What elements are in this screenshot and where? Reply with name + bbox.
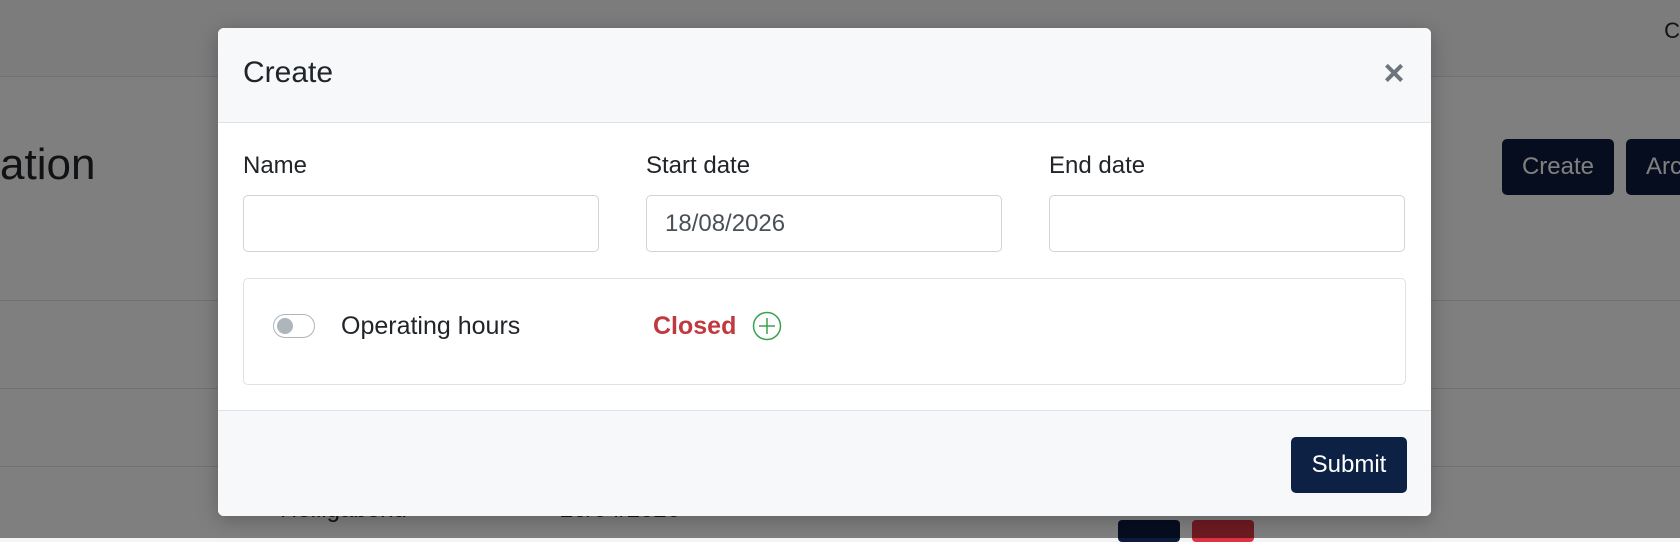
end-date-label: End date bbox=[1049, 152, 1146, 179]
operating-hours-label: Operating hours bbox=[341, 312, 521, 340]
create-modal: Create × Name Start date End date Operat… bbox=[218, 28, 1431, 516]
end-date-input[interactable] bbox=[1049, 195, 1405, 252]
modal-footer: Submit bbox=[218, 410, 1431, 516]
operating-hours-panel: Operating hours Closed bbox=[243, 278, 1406, 385]
add-hours-button[interactable] bbox=[752, 311, 782, 341]
submit-button[interactable]: Submit bbox=[1291, 437, 1407, 493]
closed-status: Closed bbox=[653, 312, 737, 340]
name-label: Name bbox=[243, 152, 308, 179]
plus-circle-icon bbox=[752, 311, 782, 341]
start-date-input[interactable] bbox=[646, 195, 1002, 252]
start-date-label: Start date bbox=[646, 152, 751, 179]
operating-hours-toggle[interactable] bbox=[273, 314, 315, 338]
close-icon[interactable]: × bbox=[1379, 55, 1409, 91]
modal-title: Create bbox=[243, 56, 334, 89]
modal-header: Create × bbox=[218, 28, 1431, 123]
name-input[interactable] bbox=[243, 195, 599, 252]
toggle-knob bbox=[277, 318, 293, 334]
